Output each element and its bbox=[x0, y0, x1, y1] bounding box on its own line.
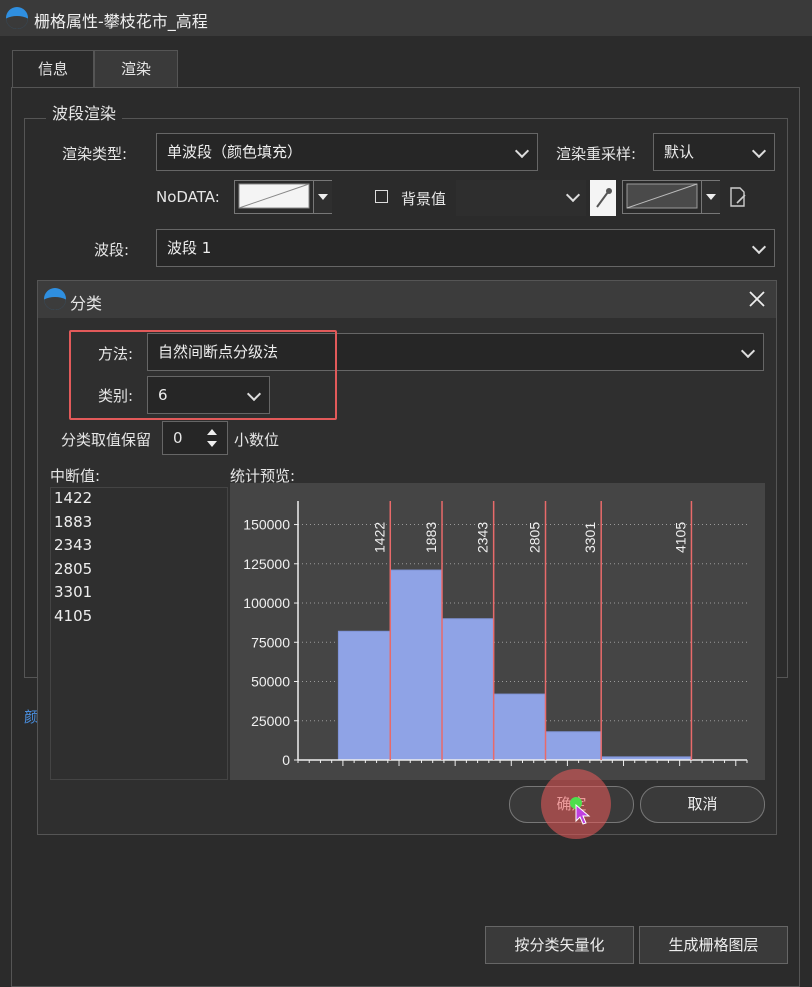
background-label: 背景值 bbox=[401, 190, 447, 208]
background-color-picker[interactable] bbox=[622, 180, 720, 214]
dialog-title: 分类 bbox=[70, 294, 103, 313]
break-label: 2343 bbox=[475, 522, 491, 553]
histogram-chart: 0 25000 50000 75000 100000 125000 150000 1422 18… bbox=[230, 483, 765, 780]
nodata-label: NoDATA: bbox=[156, 188, 220, 206]
chevron-down-icon bbox=[751, 239, 767, 255]
chevron-down-icon bbox=[701, 181, 720, 213]
ok-button[interactable]: 确定 bbox=[509, 786, 634, 823]
nodata-swatch bbox=[238, 183, 310, 209]
chevron-down-icon bbox=[565, 187, 581, 203]
render-type-value: 单波段（颜色填充） bbox=[167, 143, 303, 161]
histogram-bar bbox=[441, 618, 495, 761]
histogram-bar bbox=[389, 569, 443, 761]
dialog-logo-icon bbox=[44, 288, 66, 310]
nodata-color-picker[interactable] bbox=[234, 180, 332, 214]
y-tick-label: 25000 bbox=[251, 713, 290, 729]
render-type-label: 渲染类型: bbox=[62, 145, 128, 163]
decimal-value: 0 bbox=[173, 429, 183, 447]
list-item[interactable]: 1883 bbox=[54, 513, 92, 531]
background-swatch bbox=[626, 183, 698, 209]
band-select[interactable]: 波段 1 bbox=[156, 229, 775, 267]
tab-info[interactable]: 信息 bbox=[12, 50, 94, 88]
cancel-button[interactable]: 取消 bbox=[640, 786, 765, 823]
list-item[interactable]: 2805 bbox=[54, 560, 92, 578]
list-item[interactable]: 2343 bbox=[54, 536, 92, 554]
eyedropper-icon[interactable] bbox=[590, 180, 616, 216]
render-type-select[interactable]: 单波段（颜色填充） bbox=[156, 133, 538, 171]
band-value: 波段 1 bbox=[167, 239, 212, 257]
y-tick-label: 150000 bbox=[243, 517, 290, 533]
chevron-down-icon bbox=[740, 343, 756, 359]
y-tick-label: 75000 bbox=[251, 634, 290, 650]
break-label: 1883 bbox=[423, 522, 439, 553]
edit-file-icon[interactable] bbox=[729, 186, 747, 208]
break-label: 1422 bbox=[371, 522, 387, 553]
chevron-down-icon bbox=[313, 181, 332, 213]
group-title: 波段渲染 bbox=[46, 100, 123, 124]
resample-label: 渲染重采样: bbox=[556, 145, 637, 163]
break-label: 2805 bbox=[527, 522, 543, 553]
background-value-select[interactable] bbox=[456, 180, 586, 216]
histogram-bar bbox=[545, 731, 602, 761]
y-tick-label: 50000 bbox=[251, 674, 290, 690]
close-icon[interactable] bbox=[745, 287, 769, 311]
decimal-suffix: 小数位 bbox=[234, 431, 280, 449]
decimal-label: 分类取值保留 bbox=[61, 431, 152, 449]
window-title: 栅格属性-攀枝花市_高程 bbox=[34, 12, 208, 31]
tab-render[interactable]: 渲染 bbox=[94, 50, 178, 88]
spin-arrows-icon[interactable] bbox=[205, 425, 219, 451]
app-logo-icon bbox=[6, 7, 28, 29]
generate-raster-button[interactable]: 生成栅格图层 bbox=[639, 926, 788, 964]
y-tick-label: 125000 bbox=[243, 556, 290, 572]
histogram-bar bbox=[493, 693, 547, 761]
decimal-spinbox[interactable]: 0 bbox=[162, 421, 228, 455]
y-tick-label: 100000 bbox=[243, 595, 290, 611]
band-label: 波段: bbox=[94, 241, 130, 259]
list-item[interactable]: 1422 bbox=[54, 489, 92, 507]
vectorize-button[interactable]: 按分类矢量化 bbox=[485, 926, 634, 964]
highlight-box bbox=[69, 330, 337, 420]
chevron-down-icon bbox=[514, 143, 530, 159]
cursor-icon bbox=[575, 804, 591, 825]
breaks-label: 中断值: bbox=[50, 467, 101, 485]
histogram-svg: 0 25000 50000 75000 100000 125000 150000 1422 18… bbox=[243, 501, 748, 768]
histogram-bar bbox=[337, 630, 391, 761]
list-item[interactable]: 4105 bbox=[54, 607, 92, 625]
resample-select[interactable]: 默认 bbox=[653, 133, 775, 171]
resample-value: 默认 bbox=[664, 143, 695, 161]
background-checkbox[interactable] bbox=[375, 190, 388, 203]
y-tick-label: 0 bbox=[282, 752, 290, 768]
break-label: 4105 bbox=[672, 522, 688, 553]
list-item[interactable]: 3301 bbox=[54, 583, 92, 601]
chevron-down-icon bbox=[751, 143, 767, 159]
break-label: 3301 bbox=[582, 522, 598, 553]
